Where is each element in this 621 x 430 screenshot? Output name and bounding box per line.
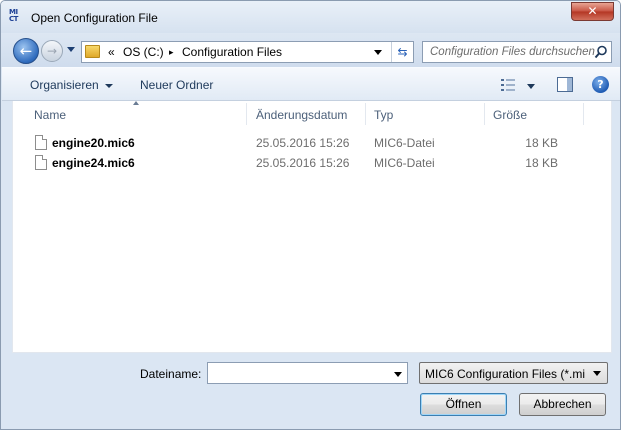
file-size: 18 KB [525, 156, 558, 170]
file-date: 25.05.2016 15:26 [256, 136, 350, 150]
breadcrumb-overflow[interactable]: « [108, 45, 115, 59]
breadcrumb-configuration-files[interactable]: Configuration Files [182, 45, 282, 59]
new-folder-button[interactable]: Neuer Ordner [140, 78, 213, 92]
preview-pane-icon[interactable] [557, 77, 573, 92]
help-icon[interactable]: ? [592, 76, 609, 93]
column-divider[interactable] [583, 103, 584, 125]
recent-locations-chevron-down-icon[interactable] [67, 47, 75, 52]
filename-input[interactable] [207, 362, 408, 384]
open-button[interactable]: Öffnen [420, 393, 507, 416]
file-type-filter-value: MIC6 Configuration Files (*.mic [425, 367, 585, 381]
file-name: engine24.mic6 [52, 156, 135, 170]
back-button[interactable]: ← [13, 38, 39, 64]
column-header-date[interactable]: Änderungsdatum [256, 108, 347, 122]
forward-button[interactable]: → [41, 40, 63, 62]
window-title: Open Configuration File [31, 11, 158, 25]
app-logo-icon: MI CT [9, 8, 18, 23]
open-file-dialog: MI CT Open Configuration File ✕ ← → « OS… [0, 0, 621, 430]
chevron-down-icon [104, 83, 113, 88]
file-icon [35, 155, 47, 170]
organize-button[interactable]: Organisieren [30, 78, 113, 92]
filename-label: Dateiname: [140, 367, 202, 381]
file-type: MIC6-Datei [374, 136, 435, 150]
column-header-type[interactable]: Typ [374, 108, 393, 122]
search-input[interactable]: Configuration Files durchsuchen [422, 41, 612, 63]
view-options-icon[interactable] [501, 79, 515, 91]
cancel-button[interactable]: Abbrechen [519, 393, 606, 416]
file-type-filter-select[interactable]: MIC6 Configuration Files (*.mic [419, 362, 608, 384]
sort-indicator-icon [133, 101, 139, 105]
breadcrumb-separator-icon[interactable]: ▸ [169, 47, 174, 58]
file-name: engine20.mic6 [52, 136, 135, 150]
column-divider[interactable] [484, 103, 485, 125]
title-bar: MI CT Open Configuration File ✕ [1, 1, 620, 33]
close-button[interactable]: ✕ [571, 2, 614, 21]
file-date: 25.05.2016 15:26 [256, 156, 350, 170]
file-list: Name Änderungsdatum Typ Größe engine20.m… [12, 101, 612, 353]
column-header-size[interactable]: Größe [493, 108, 527, 122]
file-row[interactable]: engine20.mic6 25.05.2016 15:26 MIC6-Date… [13, 134, 611, 154]
navigation-bar: ← → « OS (C:) ▸ Configuration Files ⇆ Co… [1, 33, 620, 67]
column-divider[interactable] [246, 103, 247, 125]
column-divider[interactable] [365, 103, 366, 125]
search-placeholder: Configuration Files durchsuchen [430, 46, 595, 58]
file-icon [35, 135, 47, 150]
breadcrumb-os-drive[interactable]: OS (C:) [123, 45, 164, 59]
view-options-chevron-down-icon[interactable] [527, 84, 535, 89]
file-size: 18 KB [525, 136, 558, 150]
address-dropdown-chevron-down-icon[interactable] [374, 50, 382, 55]
address-bar[interactable]: « OS (C:) ▸ Configuration Files ⇆ [81, 41, 414, 63]
command-toolbar: Organisieren Neuer Ordner ? [2, 67, 620, 101]
refresh-icon[interactable]: ⇆ [391, 42, 413, 62]
file-row[interactable]: engine24.mic6 25.05.2016 15:26 MIC6-Date… [13, 154, 611, 174]
chevron-down-icon [593, 371, 601, 376]
folder-icon [85, 45, 100, 58]
search-icon[interactable] [594, 45, 608, 59]
file-type: MIC6-Datei [374, 156, 435, 170]
organize-label: Organisieren [30, 78, 99, 92]
filename-history-chevron-down-icon[interactable] [394, 372, 402, 377]
column-header-name[interactable]: Name [34, 108, 66, 122]
